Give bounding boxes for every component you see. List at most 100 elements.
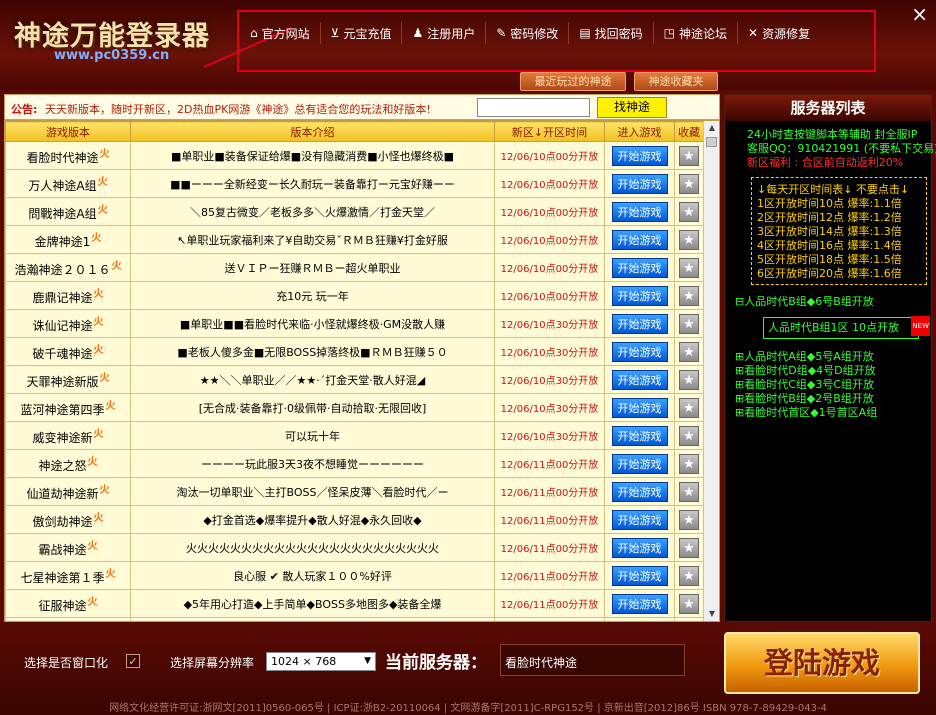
start-game-button[interactable]: 开始游戏 — [611, 593, 668, 614]
column-header: 收藏 — [674, 121, 704, 142]
start-game-button[interactable]: 开始游戏 — [611, 285, 668, 306]
scroll-up-icon[interactable]: ▲ — [704, 121, 719, 135]
login-button[interactable]: 登陆游戏 — [724, 632, 920, 694]
table-row[interactable]: 問戰神途A组火 ＼85复古微变／老板多多＼火爆激情／打金天堂／ 12/06/10点0… — [5, 197, 704, 226]
nav-item-3[interactable]: ✎ 密码修改 — [486, 22, 570, 44]
game-name: 天罪神途新版 — [26, 375, 99, 389]
star-icon[interactable]: ★ — [679, 201, 699, 222]
star-icon[interactable]: ★ — [679, 509, 699, 530]
hot-icon: 火 — [93, 513, 104, 524]
star-icon[interactable]: ★ — [679, 257, 699, 278]
favorites-button[interactable]: 神途收藏夹 — [634, 72, 718, 91]
star-icon[interactable]: ★ — [679, 229, 699, 250]
star-icon[interactable]: ★ — [679, 537, 699, 558]
server-group[interactable]: ⊞看脸时代首区◆1号首区A组 — [735, 406, 877, 419]
start-game-button[interactable]: 开始游戏 — [611, 341, 668, 362]
table-row[interactable]: 看脸时代神途火 ■单职业■装备保证给爆■没有隐藏消费■小怪也爆终极■ 12/06/1… — [5, 141, 704, 170]
window-mode-checkbox[interactable]: ✓ — [126, 654, 140, 668]
fav-cell: ★ — [674, 197, 704, 226]
table-row[interactable]: 浩瀚神途２０１６火 送ＶＩＰー狂赚ＲＭＢー超火单职业 12/06/10点00分开放开… — [5, 253, 704, 282]
star-icon[interactable]: ★ — [679, 593, 699, 614]
table-scrollbar[interactable]: ▲ ▼ — [703, 121, 719, 621]
star-icon[interactable]: ★ — [679, 341, 699, 362]
resolution-select[interactable]: 1024 × 768 ▼ — [266, 652, 376, 671]
server-group[interactable]: ⊞人品时代A组◆5号A组开放 — [735, 350, 874, 363]
star-icon[interactable]: ★ — [679, 313, 699, 334]
star-icon[interactable]: ★ — [679, 145, 699, 166]
nav-item-label: 官方网站 — [261, 26, 310, 41]
star-icon[interactable]: ★ — [679, 565, 699, 586]
open-time: 12/06/10点30分开放 — [494, 421, 605, 450]
table-row[interactable]: 霸战神途火 火火火火火火火火火火火火火火火火火火火火火火火 12/06/11点00分… — [5, 533, 704, 562]
star-icon[interactable]: ★ — [679, 453, 699, 474]
nav-item-2[interactable]: ♟ 注册用户 — [402, 22, 487, 44]
game-description: ーーーー玩此服3天3夜不想睡觉ーーーーーー — [130, 449, 495, 478]
table-row[interactable]: 神途之怒火 ーーーー玩此服3天3夜不想睡觉ーーーーーー 12/06/11点00分开放… — [5, 449, 704, 478]
table-row[interactable]: 征服神途火 ◆5年用心打造◆上手简单◆BOSS多地图多◆装备全爆 12/06/11点… — [5, 589, 704, 618]
table-row[interactable]: 诛仙记神途火 ■单职业■■看脸时代来临·小怪就爆终极·GM没散人赚 12/06/10… — [5, 309, 704, 338]
star-icon[interactable]: ★ — [679, 481, 699, 502]
start-game-button[interactable]: 开始游戏 — [611, 509, 668, 530]
open-time: 12/06/10点00分开放 — [494, 169, 605, 198]
server-group[interactable]: ⊞看脸时代D组◆4号D组开放 — [735, 364, 876, 377]
fav-cell: ★ — [674, 169, 704, 198]
star-icon[interactable]: ★ — [679, 369, 699, 390]
start-game-button[interactable]: 开始游戏 — [611, 453, 668, 474]
current-server-field[interactable]: 看脸时代神途 — [500, 644, 685, 676]
nav-item-1[interactable]: ⊻ 元宝充值 — [321, 22, 403, 44]
tree-toggle-icon[interactable]: ⊞ — [735, 392, 744, 405]
new-badge: NEW — [911, 316, 930, 336]
start-game-button[interactable]: 开始游戏 — [611, 565, 668, 586]
start-game-button[interactable]: 开始游戏 — [611, 173, 668, 194]
start-game-button[interactable]: 开始游戏 — [611, 537, 668, 558]
nav-item-6[interactable]: ✕ 资源修复 — [738, 22, 820, 44]
server-group[interactable]: ⊞看脸时代B组◆2号B组开放 — [735, 392, 874, 405]
start-game-button[interactable]: 开始游戏 — [611, 313, 668, 334]
star-icon[interactable]: ★ — [679, 285, 699, 306]
star-icon[interactable]: ★ — [679, 425, 699, 446]
table-row[interactable]: 万人神途A组火 ■■ーーー全新经变ー长久耐玩ー装备靠打ー元宝好赚ーー 12/06/1… — [5, 169, 704, 198]
table-row[interactable]: 天罪神途新版火 ★★＼＼单职业／／★★·ˊ打金天堂·散人好混◢ 12/06/10点3… — [5, 365, 704, 394]
table-row[interactable]: 仙道劫神途新火 淘汰一切单职业＼主打BOSS／怪呆皮薄＼看脸时代／ー 12/06/1… — [5, 477, 704, 506]
close-button[interactable]: × — [911, 4, 928, 24]
start-game-button[interactable]: 开始游戏 — [611, 257, 668, 278]
table-row[interactable]: 七星神途第１季火 良心服 ✔ 散人玩家１００%好评 12/06/11点00分开放 开始… — [5, 561, 704, 590]
tree-toggle-icon[interactable]: ⊞ — [735, 364, 744, 377]
tree-toggle-icon[interactable]: ⊞ — [735, 378, 744, 391]
star-icon[interactable]: ★ — [679, 173, 699, 194]
scroll-thumb[interactable] — [706, 137, 717, 147]
table-row[interactable]: 威变神途新火 可以玩十年 12/06/10点30分开放 开始游戏 ★ — [5, 421, 704, 450]
table-row[interactable]: 蓝河神途第四季火 [无合成·装备靠打·0级佩带·自动拾取·无限回收] 12/06/1… — [5, 393, 704, 422]
game-name-cell: 神途之怒火 — [5, 449, 131, 478]
open-time: 12/06/11点00分开放 — [494, 561, 605, 590]
start-game-button[interactable]: 开始游戏 — [611, 397, 668, 418]
license-footer: 网络文化经营许可证:浙网文[2011]0560-065号 | ICP证:浙B2-… — [109, 703, 827, 714]
start-game-button[interactable]: 开始游戏 — [611, 481, 668, 502]
start-game-button[interactable]: 开始游戏 — [611, 145, 668, 166]
tree-toggle-icon[interactable]: ⊟ — [735, 295, 744, 308]
server-group[interactable]: ⊟人品时代B组◆6号B组开放 — [735, 295, 874, 308]
nav-item-4[interactable]: ▤ 找回密码 — [569, 22, 654, 44]
nav-item-0[interactable]: ⌂ 官方网站 — [240, 22, 321, 44]
table-row[interactable]: 鹿鼎记神途火 充10元 玩一年 12/06/10点00分开放 开始游戏 ★ — [5, 281, 704, 310]
server-group[interactable]: ⊞看脸时代C组◆3号C组开放 — [735, 378, 874, 391]
tree-toggle-icon[interactable]: ⊞ — [735, 406, 744, 419]
server-group-label: 看脸时代D组◆4号D组开放 — [744, 364, 876, 377]
star-icon[interactable]: ★ — [679, 397, 699, 418]
table-row[interactable]: 傲剑劫神途火 ◆打金首选◆爆率提升◆散人好混◆永久回收◆ 12/06/11点00分开… — [5, 505, 704, 534]
tree-toggle-icon[interactable]: ⊞ — [735, 350, 744, 363]
start-cell: 开始游戏 — [604, 253, 675, 282]
start-game-button[interactable]: 开始游戏 — [611, 201, 668, 222]
start-game-button[interactable]: 开始游戏 — [611, 229, 668, 250]
start-game-button[interactable]: 开始游戏 — [611, 369, 668, 390]
open-time: 12/06/10点00分开放 — [494, 141, 605, 170]
start-game-button[interactable]: 开始游戏 — [611, 425, 668, 446]
nav-item-5[interactable]: ◳ 神途论坛 — [654, 22, 739, 44]
table-row[interactable]: 金牌神途1火 ↖单职业玩家福利来了¥自助交易ˇＲＭＢ狂赚¥打金好服 12/06/10… — [5, 225, 704, 254]
recent-games-button[interactable]: 最近玩过的神途 — [520, 72, 626, 91]
scroll-down-icon[interactable]: ▼ — [704, 607, 719, 621]
find-button[interactable]: 找神途 — [597, 97, 667, 118]
search-input[interactable] — [477, 98, 590, 117]
selected-server[interactable]: 人品时代B组1区 10点开放 NEW — [763, 316, 930, 339]
table-row[interactable]: 破千魂神途火 ■老板人傻多金■无限BOSS掉落终极■ＲＭＢ狂赚５０ 12/06/10… — [5, 337, 704, 366]
